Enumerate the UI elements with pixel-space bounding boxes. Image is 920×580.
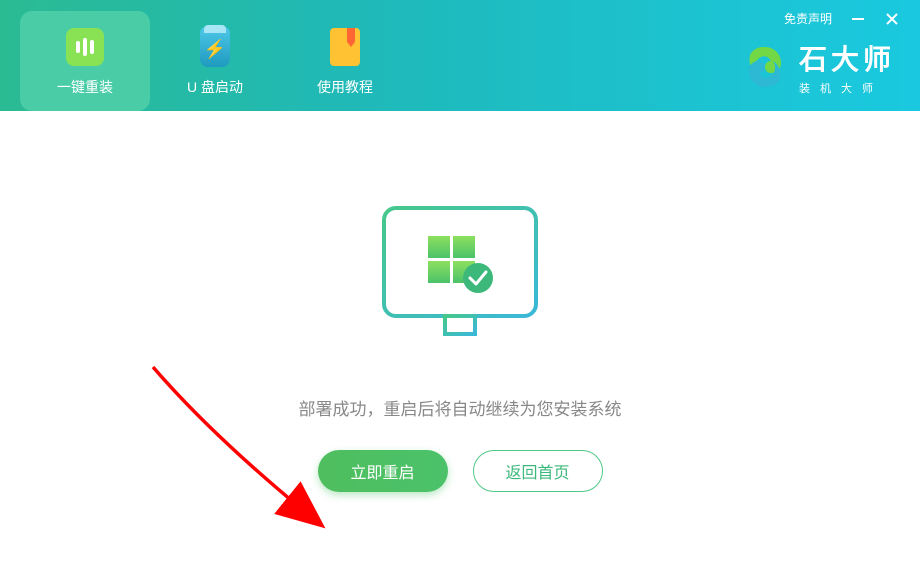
app-header: 一键重装 ⚡ U 盘启动 使用教程 免责声明 [0,0,920,111]
tab-tutorial[interactable]: 使用教程 [280,11,410,111]
status-message: 部署成功，重启后将自动继续为您安装系统 [299,395,622,420]
reinstall-icon [66,25,104,69]
home-button[interactable]: 返回首页 [473,450,603,492]
udisk-icon: ⚡ [196,25,234,69]
nav-tabs: 一键重装 ⚡ U 盘启动 使用教程 [20,1,410,111]
tab-label: 一键重装 [57,77,113,97]
arrow-annotation-icon [145,359,345,534]
tutorial-icon [326,25,364,69]
action-buttons: 立即重启 返回首页 [318,450,603,492]
close-button[interactable] [884,11,900,27]
brand-name: 石大师 [799,38,895,78]
tab-reinstall[interactable]: 一键重装 [20,11,150,111]
tab-label: 使用教程 [317,77,373,97]
disclaimer-link[interactable]: 免责声明 [784,10,832,27]
window-controls: 免责声明 [784,10,900,27]
brand-logo-icon [743,45,787,89]
monitor-success-icon [370,200,550,360]
restart-button[interactable]: 立即重启 [318,450,448,492]
tab-label: U 盘启动 [187,77,243,97]
minimize-button[interactable] [850,11,866,27]
tab-udisk[interactable]: ⚡ U 盘启动 [150,11,280,111]
main-content: 部署成功，重启后将自动继续为您安装系统 立即重启 返回首页 [0,111,920,580]
close-icon [886,13,898,25]
brand-subtitle: 装机大师 [799,80,895,96]
minimize-icon [852,18,864,20]
brand: 石大师 装机大师 [743,38,895,96]
